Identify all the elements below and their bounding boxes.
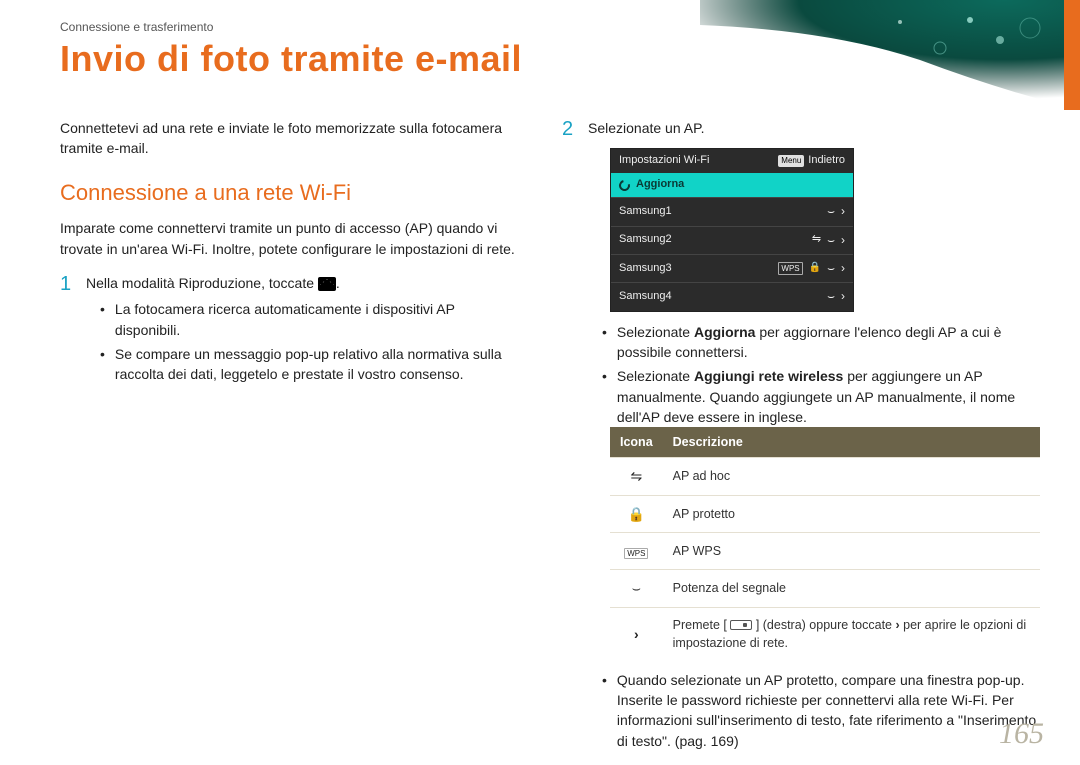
wifi-row-1[interactable]: Samsung1 ⌣ ›: [611, 197, 853, 225]
table-row: › Premete [ ] (destra) oppure toccate › …: [610, 607, 1040, 660]
wifi-signal-icon: ⌣: [827, 203, 835, 220]
step1-bullet-2: Se compare un messaggio pop-up relativo …: [86, 344, 522, 385]
menu-chip: Menu: [778, 155, 804, 167]
table-row: ⇋ AP ad hoc: [610, 458, 1040, 495]
wifi-row-2[interactable]: Samsung2 ⇋ ⌣ ›: [611, 226, 853, 254]
wifi-refresh-label: Aggiorna: [636, 177, 684, 193]
wifi-back-label: Indietro: [808, 153, 845, 169]
table-header-row: Icona Descrizione: [610, 427, 1040, 458]
wifi-signal-icon: ⌣: [827, 232, 835, 249]
wifi-ssid-2: Samsung2: [619, 232, 672, 248]
table-row: WPS AP WPS: [610, 532, 1040, 569]
step2-bullet-1: Selezionate Aggiorna per aggiornare l'el…: [588, 322, 1040, 363]
step-number-2: 2: [562, 118, 576, 751]
wifi-signal-icon: ⌣: [827, 260, 835, 277]
chevron-right-icon: ›: [841, 203, 845, 220]
step2-bullet-3: Quando selezionate un AP protetto, compa…: [588, 670, 1040, 751]
step-1-text-b: .: [336, 275, 340, 291]
wifi-back-button[interactable]: Menu Indietro: [778, 153, 845, 169]
section-intro: Imparate come connettervi tramite un pun…: [60, 218, 522, 259]
dpad-right-icon: [730, 620, 752, 630]
step-number-1: 1: [60, 273, 74, 384]
wifi-ssid-4: Samsung4: [619, 289, 672, 305]
cell-desc: AP WPS: [663, 532, 1040, 569]
intro-text: Connettetevi ad una rete e inviate le fo…: [60, 118, 522, 159]
step-2-text: Selezionate un AP.: [588, 120, 705, 136]
wifi-ssid-1: Samsung1: [619, 204, 672, 220]
content-columns: Connettetevi ad una rete e inviate le fo…: [60, 118, 1040, 745]
th-desc: Descrizione: [663, 427, 1040, 458]
wifi-ssid-3: Samsung3: [619, 261, 672, 277]
left-column: Connettetevi ad una rete e inviate le fo…: [60, 118, 522, 745]
decorative-corner: [700, 0, 1080, 110]
wifi-panel-header: Impostazioni Wi-Fi Menu Indietro: [611, 149, 853, 173]
icon-description-table: Icona Descrizione ⇋ AP ad hoc 🔒 AP prote…: [610, 427, 1040, 660]
table-row: 🔒 AP protetto: [610, 495, 1040, 532]
page-title: Invio di foto tramite e-mail: [60, 38, 522, 80]
section-heading-wifi: Connessione a una rete Wi-Fi: [60, 177, 522, 209]
accent-bar: [1064, 0, 1080, 110]
chevron-right-icon: ›: [841, 232, 845, 249]
chevron-right-icon: ›: [610, 607, 663, 660]
wifi-row-3[interactable]: Samsung3 WPS 🔒 ⌣ ›: [611, 254, 853, 282]
cell-desc: Premete [ ] (destra) oppure toccate › pe…: [663, 607, 1040, 660]
lock-icon: 🔒: [809, 261, 821, 276]
adhoc-icon: ⇋: [812, 232, 821, 248]
wifi-signal-icon: ⌣: [610, 570, 663, 607]
wps-icon: WPS: [778, 262, 802, 276]
lock-icon: 🔒: [610, 495, 663, 532]
chevron-right-icon: ›: [895, 616, 899, 634]
table-row: ⌣ Potenza del segnale: [610, 570, 1040, 607]
corner-swirl: [700, 0, 1080, 110]
cell-desc: Potenza del segnale: [663, 570, 1040, 607]
step2-bullet-2: Selezionate Aggiungi rete wireless per a…: [588, 366, 1040, 427]
step1-bullet-1: La fotocamera ricerca automaticamente i …: [86, 299, 522, 340]
breadcrumb: Connessione e trasferimento: [60, 20, 213, 34]
wifi-signal-icon: ⌣: [827, 288, 835, 305]
wifi-refresh-row[interactable]: Aggiorna: [611, 173, 853, 197]
step-1: 1 Nella modalità Riproduzione, toccate .…: [60, 273, 522, 384]
th-icon: Icona: [610, 427, 663, 458]
step-1-text-a: Nella modalità Riproduzione, toccate: [86, 275, 318, 291]
page-number: 165: [999, 717, 1044, 751]
chevron-right-icon: ›: [841, 260, 845, 277]
wifi-row-4[interactable]: Samsung4 ⌣ ›: [611, 282, 853, 310]
wifi-settings-panel: Impostazioni Wi-Fi Menu Indietro Aggiorn…: [610, 148, 854, 311]
adhoc-icon: ⇋: [610, 458, 663, 495]
cell-desc: AP ad hoc: [663, 458, 1040, 495]
mail-icon: [318, 277, 336, 291]
cell-desc: AP protetto: [663, 495, 1040, 532]
wps-icon: WPS: [610, 532, 663, 569]
chevron-right-icon: ›: [841, 288, 845, 305]
right-column: 2 Selezionate un AP. Impostazioni Wi-Fi …: [562, 118, 1040, 745]
step-2: 2 Selezionate un AP. Impostazioni Wi-Fi …: [562, 118, 1040, 751]
page: Connessione e trasferimento Invio di fot…: [0, 0, 1080, 765]
wifi-panel-title: Impostazioni Wi-Fi: [619, 153, 709, 169]
refresh-icon: [617, 178, 632, 193]
